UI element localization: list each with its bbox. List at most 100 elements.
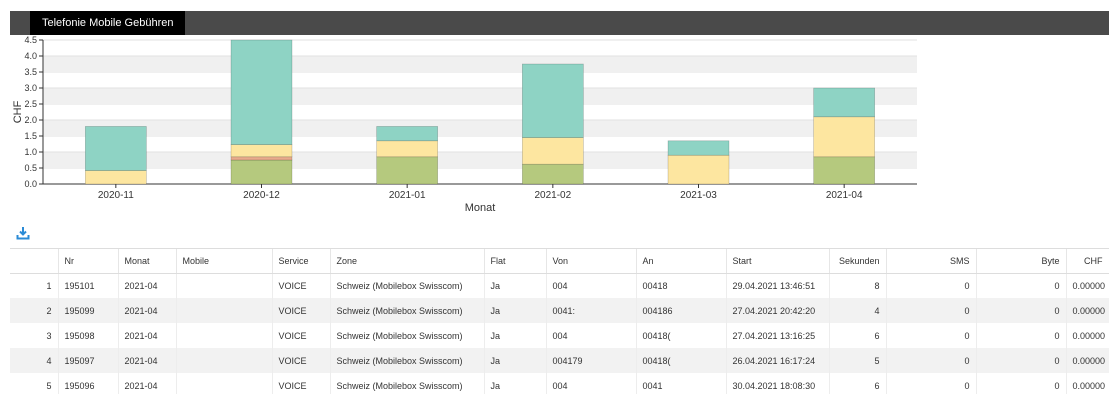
column-header-von[interactable]: Von: [546, 249, 637, 274]
table-cell: VOICE: [272, 348, 331, 373]
table-cell: 0.00000: [1066, 298, 1109, 323]
bar-segment-2021-04-s0: [813, 156, 875, 185]
table-body: 1 195101 2021-04 VOICE Schweiz (Mobilebox Sw…: [10, 273, 1109, 394]
table-cell: Ja: [484, 373, 547, 394]
bar-segment-2021-03-s2: [667, 154, 730, 185]
bar-segment-2021-01-s3: [376, 126, 438, 142]
table-row[interactable]: 4 195097 2021-04 VOICE Schweiz (Mobilebox Sw…: [10, 348, 1109, 373]
table-cell: 4: [10, 348, 59, 373]
table-cell: 2021-04: [118, 348, 177, 373]
table-cell: 2021-04: [118, 273, 177, 298]
table-cell: 2021-04: [118, 323, 177, 348]
table-cell: 0: [976, 298, 1067, 323]
column-header-monat[interactable]: Monat: [118, 249, 177, 274]
table-cell: 004: [546, 373, 637, 394]
table-cell: 1: [10, 273, 59, 298]
table-cell: 195097: [58, 348, 119, 373]
column-header-byte[interactable]: Byte: [976, 249, 1067, 274]
bar-segment-2021-02-s0: [522, 163, 584, 185]
y-tick-label: 2.0: [24, 115, 37, 125]
x-tick-label: 2021-04: [826, 190, 863, 201]
column-header-flat[interactable]: Flat: [484, 249, 547, 274]
table-cell: 0: [886, 348, 977, 373]
grid-band: [43, 56, 917, 72]
y-tick-label: 3.0: [24, 83, 37, 93]
table-cell: 195099: [58, 298, 119, 323]
table-cell: Schweiz (Mobilebox Swisscom): [330, 273, 485, 298]
column-header-start[interactable]: Start: [726, 249, 830, 274]
bar-segment-2020-11-s3: [85, 126, 147, 171]
data-table: Nr Monat Mobile Service Zone Flat Von An Start Se…: [10, 249, 1109, 394]
table-cell: 004: [546, 273, 637, 298]
table-cell: 0: [886, 373, 977, 394]
y-axis-label: CHF: [12, 100, 24, 123]
bar-segment-2020-12-s3: [230, 39, 293, 145]
table-cell: Ja: [484, 298, 547, 323]
grid-band: [43, 120, 917, 136]
y-tick-label: 2.5: [24, 99, 37, 109]
table-cell: Ja: [484, 348, 547, 373]
column-header-mobile[interactable]: Mobile: [176, 249, 273, 274]
column-header-service[interactable]: Service: [272, 249, 331, 274]
table-cell: 2021-04: [118, 373, 177, 394]
y-tick-label: 0.0: [24, 179, 37, 189]
column-header-sms[interactable]: SMS: [886, 249, 977, 274]
table-row[interactable]: 3 195098 2021-04 VOICE Schweiz (Mobilebox Sw…: [10, 323, 1109, 348]
table-cell: 00418: [636, 273, 727, 298]
table-cell: 3: [10, 323, 59, 348]
table-cell: Schweiz (Mobilebox Swisscom): [330, 348, 485, 373]
grid-band: [43, 152, 917, 168]
table-cell: 195096: [58, 373, 119, 394]
table-cell: 0.00000: [1066, 273, 1109, 298]
column-header-zone[interactable]: Zone: [330, 249, 485, 274]
data-grid: Nr Monat Mobile Service Zone Flat Von An Start Se…: [10, 248, 1109, 394]
table-cell: 00418(: [636, 323, 727, 348]
y-tick-label: 1.5: [24, 131, 37, 141]
column-header-an[interactable]: An: [636, 249, 727, 274]
table-cell: 2: [10, 298, 59, 323]
table-cell: 30.04.2021 18:08:30: [726, 373, 830, 394]
x-tick-label: 2020-12: [243, 190, 280, 201]
table-row[interactable]: 2 195099 2021-04 VOICE Schweiz (Mobilebox Sw…: [10, 298, 1109, 323]
table-cell: Schweiz (Mobilebox Swisscom): [330, 373, 485, 394]
y-tick-label: 0.5: [24, 163, 37, 173]
table-cell: 004186: [636, 298, 727, 323]
bar-segment-2020-12-s0: [230, 159, 293, 185]
table-cell: [176, 298, 273, 323]
download-icon[interactable]: [16, 226, 30, 240]
column-header-nr[interactable]: Nr: [58, 249, 119, 274]
table-row[interactable]: 1 195101 2021-04 VOICE Schweiz (Mobilebox Sw…: [10, 273, 1109, 298]
column-header-index[interactable]: [10, 249, 59, 274]
tab-telefonie-mobile-gebuehren[interactable]: Telefonie Mobile Gebühren: [30, 11, 186, 35]
table-cell: 0: [886, 298, 977, 323]
table-cell: Ja: [484, 323, 547, 348]
column-header-sekunden[interactable]: Sekunden: [829, 249, 887, 274]
table-cell: 0: [976, 273, 1067, 298]
table-cell: 004: [546, 323, 637, 348]
table-row[interactable]: 5 195096 2021-04 VOICE Schweiz (Mobilebox Sw…: [10, 373, 1109, 394]
bar-segment-2021-02-s3: [522, 63, 584, 138]
table-cell: VOICE: [272, 323, 331, 348]
table-cell: 0.00000: [1066, 348, 1109, 373]
table-cell: 8: [829, 273, 887, 298]
bar-segment-2020-12-s2: [230, 144, 293, 158]
bar-segment-2021-01-s0: [376, 156, 438, 185]
x-tick-label: 2021-02: [534, 190, 571, 201]
y-tick-label: 4.0: [24, 51, 37, 61]
table-cell: [176, 373, 273, 394]
y-tick-label: 1.0: [24, 147, 37, 157]
table-cell: VOICE: [272, 298, 331, 323]
table-cell: 0.00000: [1066, 373, 1109, 394]
table-cell: 00418(: [636, 348, 727, 373]
column-header-chf[interactable]: CHF: [1066, 249, 1109, 274]
x-tick-label: 2021-03: [680, 190, 717, 201]
x-axis-label: Monat: [465, 202, 496, 214]
table-cell: 0.00000: [1066, 323, 1109, 348]
table-cell: 2021-04: [118, 298, 177, 323]
table-cell: Schweiz (Mobilebox Swisscom): [330, 298, 485, 323]
table-cell: 0041: [636, 373, 727, 394]
table-cell: 195098: [58, 323, 119, 348]
table-cell: 29.04.2021 13:46:51: [726, 273, 830, 298]
table-cell: 4: [829, 298, 887, 323]
bar-segment-2020-12-s1: [230, 156, 293, 161]
